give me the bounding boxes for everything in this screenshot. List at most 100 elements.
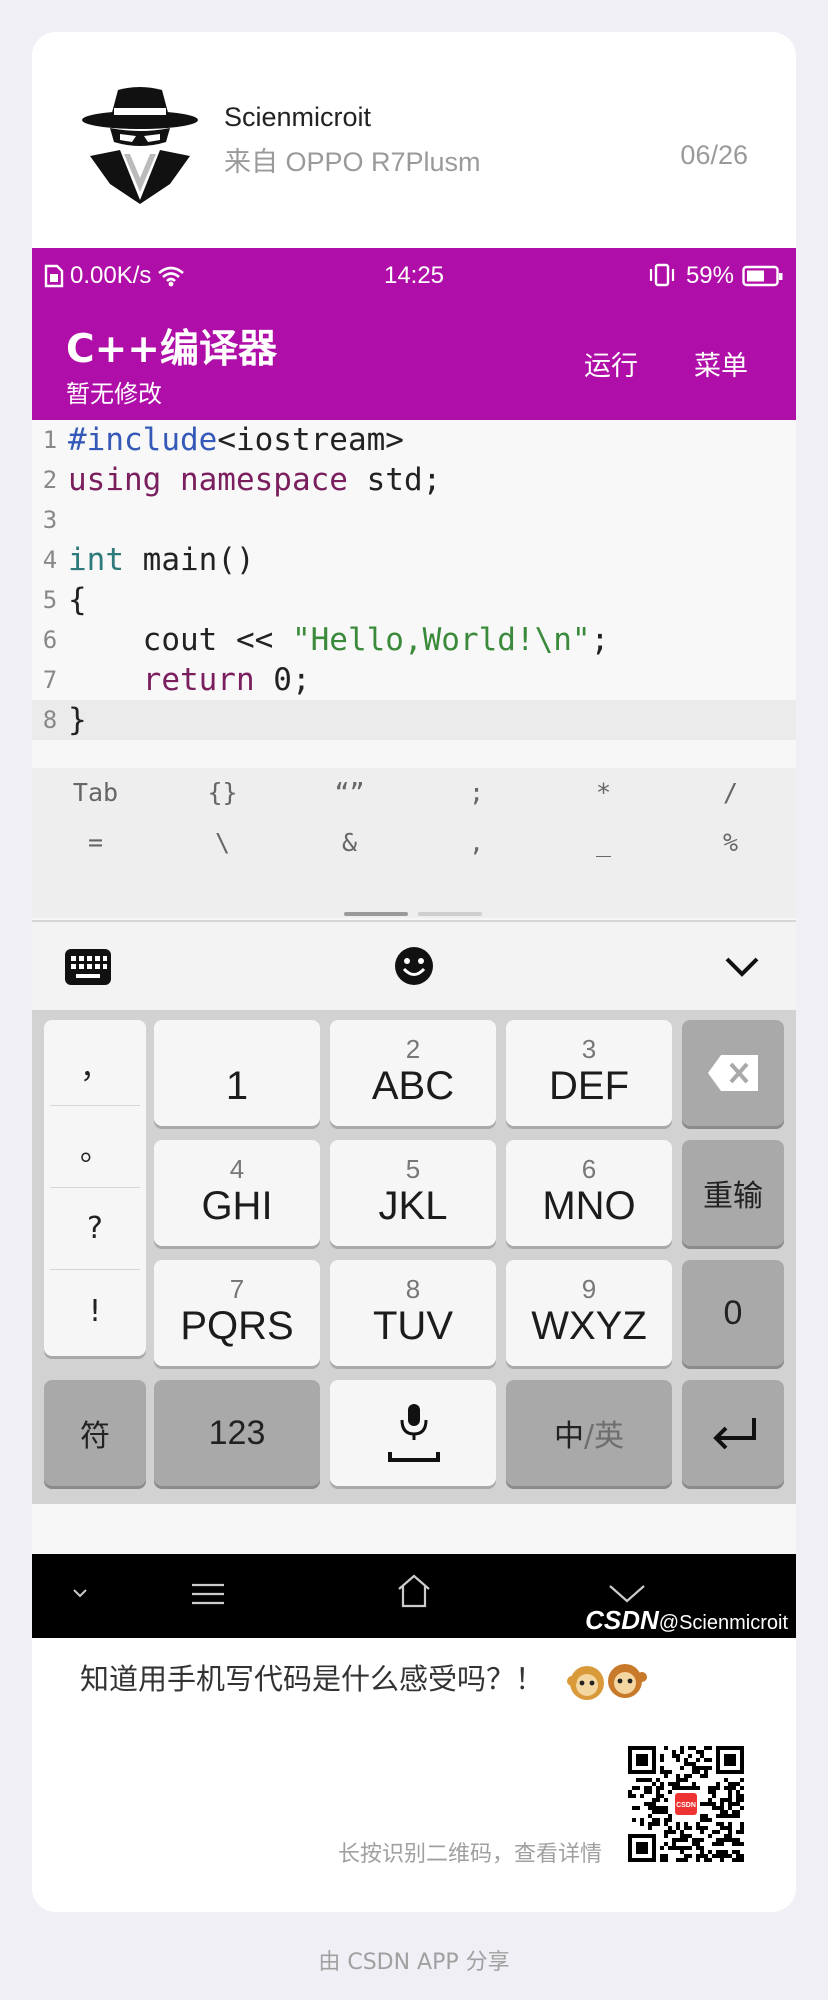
code-token: int [68,542,124,578]
symbol-key[interactable]: / [667,778,794,807]
key-8-tuv[interactable]: 8 TUV [330,1260,496,1366]
symbol-key[interactable]: \ [159,828,286,857]
code-line[interactable]: 3 [32,500,796,540]
code-token: } [68,702,87,738]
symbol-key[interactable]: , [413,828,540,857]
key-label: DEF [549,1064,629,1108]
line-number: 7 [42,666,58,694]
symbol-key[interactable]: “” [286,778,413,807]
keyboard-icon[interactable] [64,948,112,986]
code-line[interactable]: 1 #include<iostream> [32,420,796,460]
punctuation-column[interactable]: ，。?! [44,1020,146,1356]
line-number: 5 [42,586,58,614]
code-token: ; [590,622,610,658]
symbol-key[interactable]: Tab [32,778,159,807]
symbol-key[interactable]: _ [540,828,667,857]
qr-hint: 长按识别二维码，查看详情 [337,1842,602,1867]
key-label: 0 [723,1293,743,1332]
punctuation-key[interactable]: ! [50,1270,140,1352]
punctuation-key[interactable]: 。 [50,1106,140,1188]
key-label: WXYZ [531,1304,647,1348]
run-button[interactable]: 运行 [584,344,638,383]
key-label: 1 [225,1064,249,1108]
back-icon[interactable] [608,1584,646,1604]
code-line[interactable]: 2 using namespace std; [32,460,796,500]
author-device: 来自 OPPO R7Plusm [224,147,481,177]
key-label: 重输 [703,1179,763,1214]
line-number: 3 [42,506,58,534]
code-editor[interactable]: 1 #include<iostream> 2 using namespace std;… [32,420,796,740]
key-7-pqrs[interactable]: 7 PQRS [154,1260,320,1366]
chinese-english-toggle[interactable]: 中/英 [506,1380,672,1486]
key-label: PQRS [180,1304,294,1348]
battery-icon [742,265,783,287]
line-number: 4 [42,546,58,574]
key-label: GHI [201,1184,273,1228]
code-token: #include [68,422,218,458]
line-number: 6 [42,626,58,654]
app-bar: C++编译器 暂无修改 运行 菜单 [32,304,796,420]
code-line[interactable]: 5{ [32,580,796,620]
symbol-key[interactable]: {} [159,778,286,807]
page-indicator [418,912,482,916]
retype-key[interactable]: 重输 [682,1140,784,1246]
menu-icon[interactable] [190,1582,226,1606]
status-bar: 0.00K/s 14:25 59% [32,248,796,304]
author-name[interactable]: Scienmicroit [224,102,371,133]
microphone-icon [388,1404,440,1462]
key-0[interactable]: 0 [682,1260,784,1366]
key-label: TUV [373,1304,453,1348]
watermark-brand: CSDN [585,1605,659,1635]
symbol-key[interactable]: * [540,778,667,807]
symbol-key[interactable]: & [286,828,413,857]
punctuation-key[interactable]: ? [50,1188,140,1270]
key-4-ghi[interactable]: 4 GHI [154,1140,320,1246]
home-icon[interactable] [396,1574,432,1608]
symbol-bar: Tab{} “”; * / = \ &, _% [32,768,796,918]
code-token: using namespace [68,462,348,498]
collapse-keyboard-icon[interactable] [724,956,760,978]
hacker-avatar-icon[interactable] [80,84,200,204]
english-label: /英 [583,1419,625,1454]
key-9-wxyz[interactable]: 9 WXYZ [506,1260,672,1366]
code-line[interactable]: 7 return 0; [32,660,796,700]
voice-input-key[interactable] [330,1380,496,1486]
share-footer: 由 CSDN APP 分享 [318,1950,510,1975]
key-6-mno[interactable]: 6 MNO [506,1140,672,1246]
symbol-key[interactable]: = [32,828,159,857]
key-2-abc[interactable]: 2 ABC [330,1020,496,1126]
hide-nav-icon[interactable] [72,1588,88,1600]
enter-key[interactable] [682,1380,784,1486]
page-indicator-active [344,912,408,916]
code-line[interactable]: 8} [32,700,796,740]
backspace-key[interactable] [682,1020,784,1126]
code-token: { [68,582,87,618]
code-line[interactable]: 6 cout << "Hello,World!\n"; [32,620,796,660]
key-3-def[interactable]: 3 DEF [506,1020,672,1126]
code-line[interactable]: 4 int main() [32,540,796,580]
qr-logo-label: CSDN [676,1802,696,1809]
symbol-key[interactable]: % [667,828,794,857]
symbol-key[interactable]: ; [413,778,540,807]
watermark-handle: @Scienmicroit [658,1612,788,1634]
code-text: { [68,580,87,620]
code-token: <iostream> [217,422,404,458]
emoji-icon[interactable] [394,946,434,986]
post-date: 06/26 [680,140,748,170]
key-label: 符 [80,1419,110,1454]
symbols-key[interactable]: 符 [44,1380,146,1486]
menu-button[interactable]: 菜单 [694,344,748,383]
punctuation-key[interactable]: ， [50,1024,140,1106]
android-nav-bar: CSDN@Scienmicroit [32,1554,796,1638]
enter-icon [713,1418,756,1450]
qr-code[interactable]: CSDN [628,1746,744,1862]
vibrate-icon [649,263,675,287]
key-5-jkl[interactable]: 5 JKL [330,1140,496,1246]
post-caption: 知道用手机写代码是什么感受吗？！ [80,1662,545,1696]
code-text: using namespace std; [68,460,441,500]
line-number: 2 [42,466,58,494]
numbers-key[interactable]: 123 [154,1380,320,1486]
author-header: Scienmicroit 来自 OPPO R7Plusm 06/26 [32,32,796,248]
code-token: return [142,662,255,698]
key-1[interactable]: 1 [154,1020,320,1126]
